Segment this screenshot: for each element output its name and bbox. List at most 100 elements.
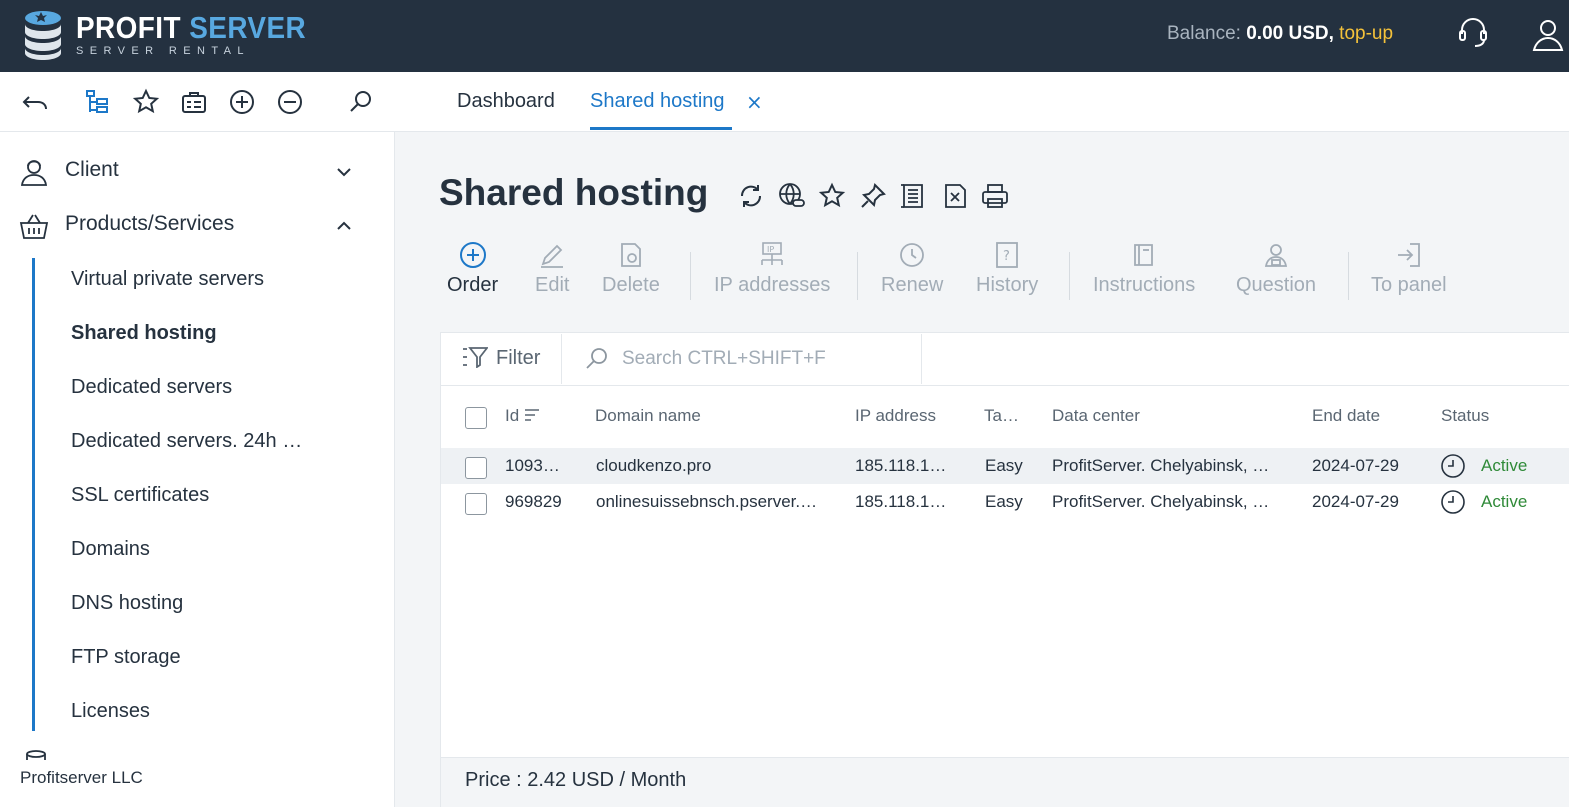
cell-end-date: 2024-07-29 — [1312, 456, 1399, 475]
sidebar-item-ftp-storage[interactable]: FTP storage — [71, 646, 181, 669]
sidebar-item-shared-hosting[interactable]: Shared hosting — [71, 322, 217, 345]
table-panel — [440, 332, 1569, 807]
company-name: Profitserver LLC — [20, 768, 143, 787]
column-header-datacenter[interactable]: Data center — [1052, 406, 1140, 426]
chevron-down-icon[interactable] — [334, 162, 354, 182]
cell-domain: cloudkenzo.pro — [596, 456, 712, 475]
page-title: Shared hosting — [439, 172, 709, 213]
briefcase-icon[interactable] — [180, 88, 208, 116]
excel-export-icon[interactable] — [940, 181, 970, 211]
sidebar-item-domains[interactable]: Domains — [71, 538, 150, 561]
price-summary: Price : 2.42 USD / Month — [465, 769, 687, 791]
active-tab-indicator — [590, 127, 732, 130]
print-icon[interactable] — [980, 181, 1010, 211]
instructions-button[interactable]: Instructions — [1093, 240, 1195, 297]
to-panel-button[interactable]: To panel — [1371, 240, 1447, 297]
sidebar-client-label: Client — [65, 158, 119, 181]
support-headset-icon[interactable] — [1457, 16, 1489, 50]
sidebar: Client Products/Services — [0, 132, 395, 807]
svg-text:IP: IP — [767, 245, 774, 254]
balance-amount: 0.00 USD, — [1246, 23, 1334, 44]
edit-button[interactable]: Edit — [535, 240, 569, 297]
sidebar-item-dedicated-servers-24h[interactable]: Dedicated servers. 24h … — [71, 430, 302, 453]
topup-link[interactable]: top-up — [1339, 23, 1393, 44]
sidebar-item-dns-hosting[interactable]: DNS hosting — [71, 592, 183, 615]
instructions-label: Instructions — [1093, 274, 1196, 296]
tab-dashboard[interactable]: Dashboard — [457, 90, 555, 113]
pencil-icon — [541, 244, 564, 268]
sort-icon[interactable] — [524, 408, 540, 422]
filter-icon — [463, 347, 489, 369]
table-search-icon — [586, 348, 607, 369]
balance-label: Balance: — [1167, 23, 1241, 44]
tab-bar — [395, 72, 1569, 132]
enter-panel-icon — [1397, 243, 1420, 267]
top-bar: PROFIT SERVER SERVER RENTAL Balance: 0.0… — [0, 0, 1569, 72]
search-divider — [921, 334, 922, 384]
expand-all-icon[interactable] — [228, 88, 256, 116]
action-divider — [1348, 252, 1349, 300]
sidebar-section-client[interactable]: Client — [0, 150, 394, 194]
collapse-all-icon[interactable] — [276, 88, 304, 116]
filter-button[interactable]: Filter — [462, 346, 540, 370]
column-header-ip[interactable]: IP address — [855, 406, 936, 426]
chevron-up-icon[interactable] — [334, 216, 354, 236]
cell-end-date: 2024-07-29 — [1312, 492, 1399, 511]
sidebar-item-dedicated-servers[interactable]: Dedicated servers — [71, 376, 232, 399]
balance: Balance: 0.00 USD, top-up — [1167, 23, 1393, 45]
sidebar-section-products[interactable]: Products/Services — [0, 204, 394, 248]
renew-clock-icon — [900, 243, 925, 267]
ip-addresses-label: IP addresses — [714, 274, 831, 296]
ip-network-icon: IP — [761, 242, 783, 265]
document-list-icon[interactable] — [898, 181, 928, 211]
select-all-checkbox[interactable] — [465, 407, 487, 429]
table-search-input[interactable] — [622, 343, 912, 375]
row-checkbox[interactable] — [465, 493, 487, 515]
logo-icon — [25, 11, 61, 60]
brand-logo[interactable]: PROFIT SERVER SERVER RENTAL — [22, 10, 332, 60]
action-divider — [857, 252, 858, 300]
cell-ip: 185.118.1… — [855, 456, 947, 475]
favorites-star-icon[interactable] — [132, 88, 160, 116]
pin-icon[interactable] — [858, 181, 888, 211]
sidebar-item-vps[interactable]: Virtual private servers — [71, 268, 264, 291]
tree-view-icon[interactable] — [84, 88, 112, 116]
sidebar-item-ssl-certificates[interactable]: SSL certificates — [71, 484, 209, 507]
search-icon[interactable] — [347, 88, 375, 116]
column-header-status[interactable]: Status — [1441, 406, 1489, 426]
tab-close-icon[interactable]: × — [746, 90, 763, 114]
cell-id: 969829 — [505, 492, 562, 511]
cell-status: Active — [1481, 492, 1528, 511]
question-label: Question — [1236, 274, 1317, 296]
delete-button[interactable]: Delete — [602, 240, 660, 297]
client-icon — [20, 160, 48, 186]
sidebar-group-line — [32, 258, 35, 731]
history-button[interactable]: ? History — [976, 240, 1038, 297]
user-account-icon[interactable] — [1530, 16, 1566, 52]
renew-button[interactable]: Renew — [881, 240, 943, 297]
globe-link-icon[interactable] — [777, 181, 807, 211]
order-label: Order — [447, 274, 499, 296]
cell-domain: onlinesuissebnsch.pserver.… — [596, 492, 818, 511]
billing-icon — [26, 750, 46, 760]
refresh-icon[interactable] — [736, 181, 766, 211]
history-question-icon: ? — [996, 242, 1019, 268]
column-header-id[interactable]: Id — [505, 406, 540, 426]
column-header-domain[interactable]: Domain name — [595, 406, 701, 426]
column-header-tariff[interactable]: Ta… — [984, 406, 1019, 426]
back-icon[interactable] — [21, 88, 49, 116]
ip-addresses-button[interactable]: IP IP addresses — [714, 240, 830, 297]
svg-text:?: ? — [1003, 249, 1010, 264]
question-person-icon — [1264, 244, 1288, 267]
cell-datacenter: ProfitServer. Chelyabinsk, … — [1052, 492, 1270, 511]
action-divider — [690, 252, 691, 300]
favorite-star-icon[interactable] — [817, 181, 847, 211]
column-header-end-date[interactable]: End date — [1312, 406, 1380, 426]
tab-shared-hosting[interactable]: Shared hosting — [590, 90, 725, 113]
row-checkbox[interactable] — [465, 457, 487, 479]
cell-ip: 185.118.1… — [855, 492, 947, 511]
order-button[interactable]: Order — [447, 240, 498, 297]
logo-subtitle: SERVER RENTAL — [76, 45, 250, 57]
question-button[interactable]: Question — [1236, 240, 1316, 297]
sidebar-item-licenses[interactable]: Licenses — [71, 700, 150, 723]
